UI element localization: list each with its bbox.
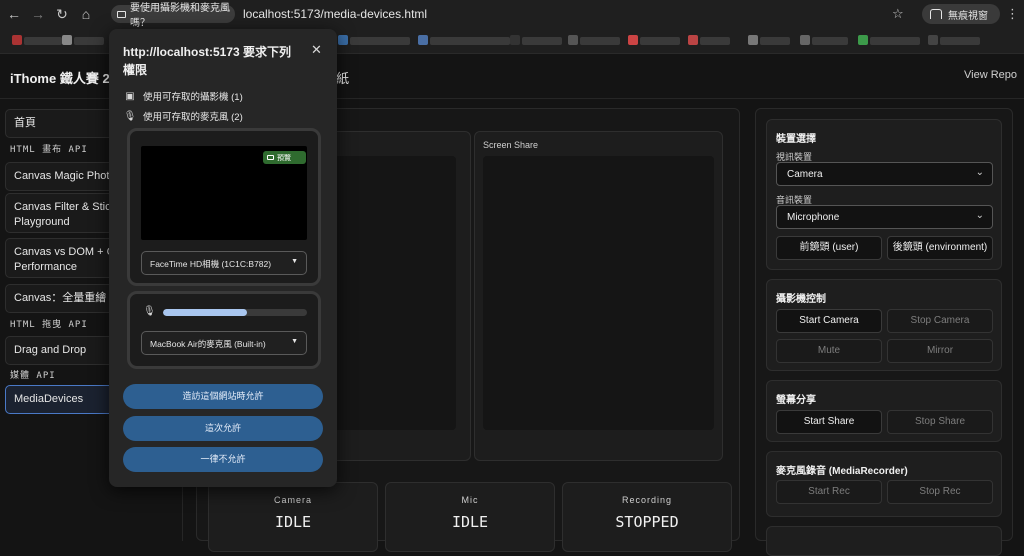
forward-icon[interactable]: → [28, 4, 48, 24]
recorder-panel: 麥克風錄音 (MediaRecorder) Start Rec Stop Rec [766, 451, 1002, 517]
home-icon[interactable]: ⌂ [76, 4, 96, 24]
incognito-icon [930, 9, 942, 19]
status-label: Camera [273, 495, 312, 505]
status-value: IDLE [274, 513, 312, 531]
panel-title: 麥克風錄音 (MediaRecorder) [776, 466, 908, 477]
status-label: Mic [461, 495, 479, 505]
sidebar-category-drag: HTML 拖曳 API [10, 320, 88, 330]
preview-badge-label: 預覽 [277, 154, 291, 162]
camera-icon [267, 155, 274, 160]
sidebar-category-canvas: HTML 畫布 API [10, 145, 88, 155]
mic-level-meter [163, 309, 307, 316]
start-camera-button[interactable]: Start Camera [776, 309, 882, 333]
stop-camera-button[interactable]: Stop Camera [887, 309, 993, 333]
screen-share-area [483, 156, 714, 430]
back-icon[interactable]: ← [4, 4, 24, 24]
caret-down-icon: ▼ [291, 258, 298, 265]
mic-level-fill [163, 309, 247, 316]
start-rec-button[interactable]: Start Rec [776, 480, 882, 504]
close-icon[interactable]: ✕ [311, 42, 322, 58]
bookmark-item[interactable] [568, 35, 620, 45]
microphone-icon: 🎙︎ [143, 306, 156, 317]
never-allow-button[interactable]: 一律不允許 [123, 447, 323, 472]
microphone-icon: 🎙︎ [123, 110, 137, 122]
camera-permission-text: 使用可存取的攝影機 (1) [143, 92, 243, 103]
panel-title: 攝影機控制 [776, 294, 826, 305]
address-bar[interactable]: localhost:5173/media-devices.html [243, 7, 427, 21]
allow-once-button[interactable]: 這次允許 [123, 416, 323, 441]
stop-share-button[interactable]: Stop Share [887, 410, 993, 434]
permission-dialog: http://localhost:5173 要求下列權限 ✕ ▣ 使用可存取的攝… [109, 29, 337, 487]
bookmark-item[interactable] [62, 35, 104, 45]
status-card-recording: Recording STOPPED [562, 482, 732, 552]
status-card-mic: Mic IDLE [385, 482, 555, 552]
chevron-down-icon: ⌄ [975, 210, 984, 221]
camera-permission-line: ▣ 使用可存取的攝影機 (1) [123, 89, 243, 104]
camera-preview-box: 預覽 FaceTime HD相機 (1C1C:B782) ▼ [127, 128, 321, 286]
browser-menu-icon[interactable]: ⋮ [1006, 6, 1019, 22]
status-card-camera: Camera IDLE [208, 482, 378, 552]
bookmark-item[interactable] [628, 35, 680, 45]
status-value: IDLE [451, 513, 489, 531]
mic-device-value: MacBook Air的麥克風 (Built-in) [150, 339, 266, 349]
bookmark-item[interactable] [338, 35, 410, 45]
camera-icon [117, 10, 126, 18]
device-select-panel: 裝置選擇 視訊裝置 Camera ⌄ 音訊裝置 Microphone ⌄ 前鏡頭… [766, 119, 1002, 270]
bookmark-item[interactable] [12, 35, 62, 45]
bookmark-star-icon[interactable]: ☆ [892, 6, 904, 22]
bookmark-item[interactable] [510, 35, 562, 45]
camera-preview-video: 預覽 [141, 146, 307, 240]
panel-title: 螢幕分享 [776, 395, 816, 406]
camera-device-value: FaceTime HD相機 (1C1C:B782) [150, 259, 272, 269]
bookmark-item[interactable] [858, 35, 920, 45]
status-label: Recording [621, 495, 673, 505]
bookmark-item[interactable] [688, 35, 730, 45]
audio-device-value: Microphone [787, 212, 840, 223]
bookmark-item[interactable] [748, 35, 790, 45]
bookmark-item[interactable] [418, 35, 510, 45]
allow-always-button[interactable]: 造訪這個網站時允許 [123, 384, 323, 409]
start-share-button[interactable]: Start Share [776, 410, 882, 434]
screen-share-label: Screen Share [483, 140, 539, 150]
preview-badge: 預覽 [263, 151, 306, 164]
microphone-box: 🎙︎ MacBook Air的麥克風 (Built-in) ▼ [127, 291, 321, 369]
view-repo-link[interactable]: View Repo [964, 69, 1017, 81]
mute-button[interactable]: Mute [776, 339, 882, 363]
site-title: iThome 鐵人賽 20 [10, 71, 117, 86]
mic-permission-line: 🎙︎ 使用可存取的麥克風 (2) [123, 109, 243, 124]
panel-title: 裝置選擇 [776, 134, 816, 145]
mirror-button[interactable]: Mirror [887, 339, 993, 363]
caret-down-icon: ▼ [291, 338, 298, 345]
screen-share-panel: 螢幕分享 Start Share Stop Share [766, 380, 1002, 442]
chevron-down-icon: ⌄ [975, 167, 984, 178]
front-camera-button[interactable]: 前鏡頭 (user) [776, 236, 882, 260]
sidebar-category-media: 媒體 API [10, 371, 56, 381]
video-device-select[interactable]: Camera ⌄ [776, 162, 993, 186]
permission-chip-label: 要使用攝影機和麥克風嗎？ [130, 3, 230, 29]
status-value: STOPPED [615, 513, 679, 531]
back-camera-button[interactable]: 後鏡頭 (environment) [887, 236, 993, 260]
camera-control-panel: 攝影機控制 Start Camera Stop Camera Mute Mirr… [766, 279, 1002, 371]
incognito-label: 無痕視窗 [948, 10, 988, 22]
video-device-value: Camera [787, 169, 823, 180]
permission-dialog-title: http://localhost:5173 要求下列權限 [123, 45, 292, 77]
permission-chip[interactable]: 要使用攝影機和麥克風嗎？ [111, 3, 235, 29]
mic-permission-text: 使用可存取的麥克風 (2) [143, 112, 243, 123]
reload-icon[interactable]: ↻ [52, 4, 72, 24]
page-title-tail: 紙 [336, 71, 350, 86]
audio-device-select[interactable]: Microphone ⌄ [776, 205, 993, 229]
mic-device-dropdown[interactable]: MacBook Air的麥克風 (Built-in) ▼ [141, 331, 307, 355]
camera-device-dropdown[interactable]: FaceTime HD相機 (1C1C:B782) ▼ [141, 251, 307, 275]
extra-panel [766, 526, 1002, 556]
camera-icon: ▣ [125, 90, 135, 102]
screen-share-card: Screen Share [474, 131, 723, 461]
incognito-badge[interactable]: 無痕視窗 [922, 4, 1000, 24]
bookmark-item[interactable] [800, 35, 848, 45]
bookmark-item[interactable] [928, 35, 980, 45]
stop-rec-button[interactable]: Stop Rec [887, 480, 993, 504]
